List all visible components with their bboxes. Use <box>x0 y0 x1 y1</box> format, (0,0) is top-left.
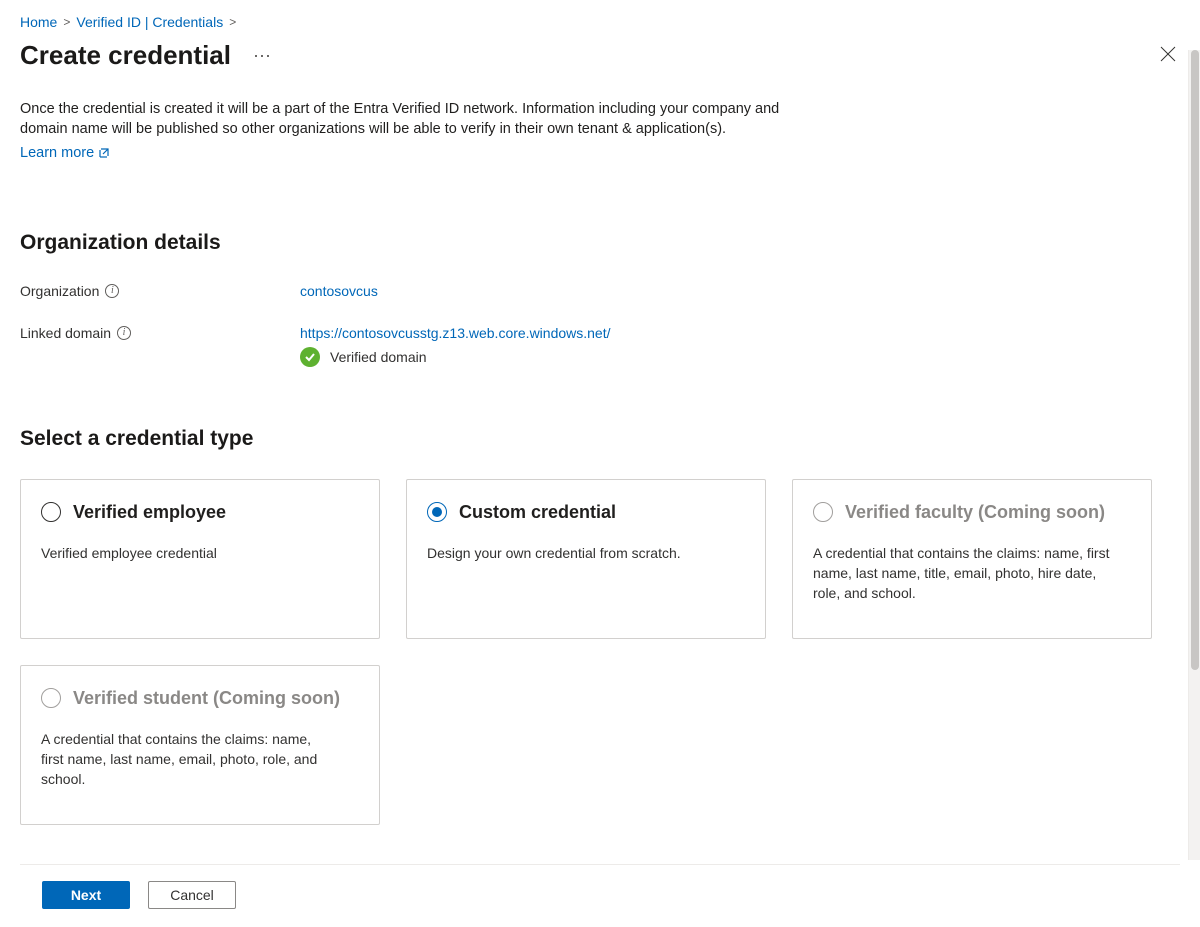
page-title: Create credential <box>20 40 231 71</box>
info-icon[interactable]: i <box>105 284 119 298</box>
footer-toolbar: Next Cancel <box>20 864 1180 927</box>
linked-domain-label: Linked domain <box>20 325 111 341</box>
close-icon <box>1160 46 1176 62</box>
learn-more-link[interactable]: Learn more <box>20 145 110 161</box>
linked-domain-url[interactable]: https://contosovcusstg.z13.web.core.wind… <box>300 325 611 341</box>
info-icon[interactable]: i <box>117 326 131 340</box>
next-button[interactable]: Next <box>42 881 130 909</box>
card-custom-credential[interactable]: Custom credential Design your own creden… <box>406 479 766 639</box>
scrollbar-track[interactable] <box>1188 50 1200 860</box>
more-options-button[interactable]: ⋯ <box>247 43 279 69</box>
card-desc: Design your own credential from scratch. <box>427 543 727 563</box>
org-value-link[interactable]: contosovcus <box>300 283 378 299</box>
close-button[interactable] <box>1156 42 1180 69</box>
card-title: Custom credential <box>459 502 616 523</box>
org-details-heading: Organization details <box>20 231 1158 255</box>
verified-domain-text: Verified domain <box>330 349 427 365</box>
card-verified-employee[interactable]: Verified employee Verified employee cred… <box>20 479 380 639</box>
card-title: Verified student (Coming soon) <box>73 688 340 709</box>
learn-more-label: Learn more <box>20 145 94 161</box>
radio-verified-student <box>41 688 61 708</box>
external-link-icon <box>98 147 110 159</box>
card-verified-faculty: Verified faculty (Coming soon) A credent… <box>792 479 1152 639</box>
radio-verified-employee[interactable] <box>41 502 61 522</box>
radio-verified-faculty <box>813 502 833 522</box>
breadcrumb: Home > Verified ID | Credentials > <box>20 14 1180 30</box>
card-desc: A credential that contains the claims: n… <box>813 543 1113 604</box>
card-desc: Verified employee credential <box>41 543 341 563</box>
credential-type-grid: Verified employee Verified employee cred… <box>20 479 1158 825</box>
breadcrumb-verified-id[interactable]: Verified ID | Credentials <box>76 14 223 30</box>
card-verified-student: Verified student (Coming soon) A credent… <box>20 665 380 825</box>
breadcrumb-home[interactable]: Home <box>20 14 57 30</box>
radio-custom-credential[interactable] <box>427 502 447 522</box>
card-title: Verified faculty (Coming soon) <box>845 502 1105 523</box>
select-type-heading: Select a credential type <box>20 427 1158 451</box>
intro-text: Once the credential is created it will b… <box>20 99 790 140</box>
verified-check-icon <box>300 347 320 367</box>
cancel-button[interactable]: Cancel <box>148 881 236 909</box>
org-label: Organization <box>20 283 99 299</box>
card-desc: A credential that contains the claims: n… <box>41 729 321 790</box>
chevron-right-icon: > <box>63 15 70 29</box>
card-title: Verified employee <box>73 502 226 523</box>
scrollbar-thumb[interactable] <box>1191 50 1199 670</box>
chevron-right-icon: > <box>229 15 236 29</box>
